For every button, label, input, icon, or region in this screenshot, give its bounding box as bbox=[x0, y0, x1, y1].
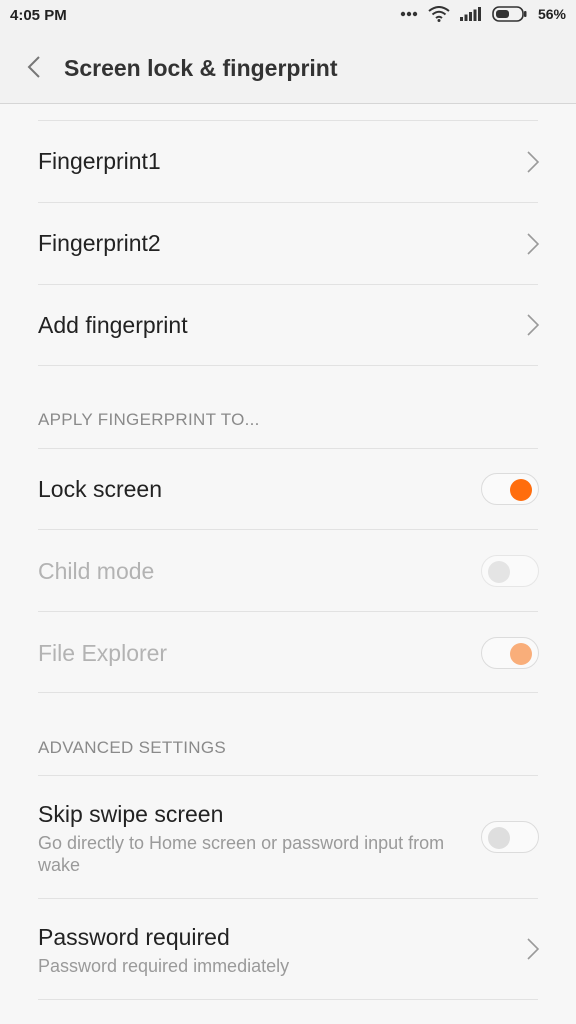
status-icons: 56% bbox=[400, 6, 566, 22]
wifi-icon bbox=[428, 6, 450, 22]
chevron-left-icon bbox=[27, 55, 41, 83]
file-explorer-toggle bbox=[481, 637, 539, 669]
section-header-advanced: ADVANCED SETTINGS bbox=[38, 738, 227, 757]
more-dots-icon bbox=[400, 11, 418, 17]
skip-swipe-toggle[interactable] bbox=[481, 821, 539, 853]
add-fingerprint-item[interactable]: Add fingerprint bbox=[0, 285, 576, 365]
signal-icon bbox=[459, 7, 482, 21]
list-item-label: File Explorer bbox=[38, 640, 168, 666]
list-item-label: Lock screen bbox=[38, 476, 163, 502]
list-item-fingerprint1[interactable]: Fingerprint1 bbox=[0, 121, 576, 202]
list-item-label: Password required bbox=[38, 924, 230, 950]
status-time: 4:05 PM bbox=[10, 7, 67, 24]
app-bar: Screen lock & fingerprint bbox=[0, 34, 576, 104]
password-required-item[interactable]: Password required Password required imme… bbox=[0, 899, 576, 999]
list-item-label: Fingerprint2 bbox=[38, 230, 161, 256]
chevron-right-icon bbox=[527, 151, 540, 173]
skip-swipe-screen-item[interactable]: Skip swipe screen Go directly to Home sc… bbox=[0, 776, 576, 898]
page-title: Screen lock & fingerprint bbox=[64, 55, 338, 81]
divider bbox=[38, 692, 538, 693]
settings-screen: 4:05 PM 56% Screen lock & fingerprint Fi… bbox=[0, 0, 576, 1024]
child-mode-toggle bbox=[481, 555, 539, 587]
list-item-label: Child mode bbox=[38, 558, 155, 584]
status-bar: 4:05 PM 56% bbox=[0, 0, 576, 34]
child-mode-item: Child mode bbox=[0, 530, 576, 611]
list-item-label: Add fingerprint bbox=[38, 312, 188, 338]
list-item-label: Fingerprint1 bbox=[38, 148, 161, 174]
divider bbox=[38, 999, 538, 1000]
list-item-label: Skip swipe screen bbox=[38, 801, 224, 827]
list-item-fingerprint2[interactable]: Fingerprint2 bbox=[0, 203, 576, 284]
lock-screen-toggle[interactable] bbox=[481, 473, 539, 505]
list-item-subtitle: Password required immediately bbox=[38, 956, 290, 976]
divider bbox=[38, 365, 538, 366]
section-header-apply: APPLY FINGERPRINT TO... bbox=[38, 410, 260, 429]
file-explorer-item: File Explorer bbox=[0, 612, 576, 692]
chevron-right-icon bbox=[527, 314, 540, 336]
chevron-right-icon bbox=[527, 233, 540, 255]
chevron-right-icon bbox=[527, 938, 540, 960]
back-button[interactable] bbox=[16, 51, 52, 87]
battery-percent: 56% bbox=[537, 6, 566, 22]
list-item-subtitle: Go directly to Home screen or password i… bbox=[38, 833, 445, 875]
battery-icon bbox=[492, 6, 528, 22]
lock-screen-item[interactable]: Lock screen bbox=[0, 449, 576, 529]
